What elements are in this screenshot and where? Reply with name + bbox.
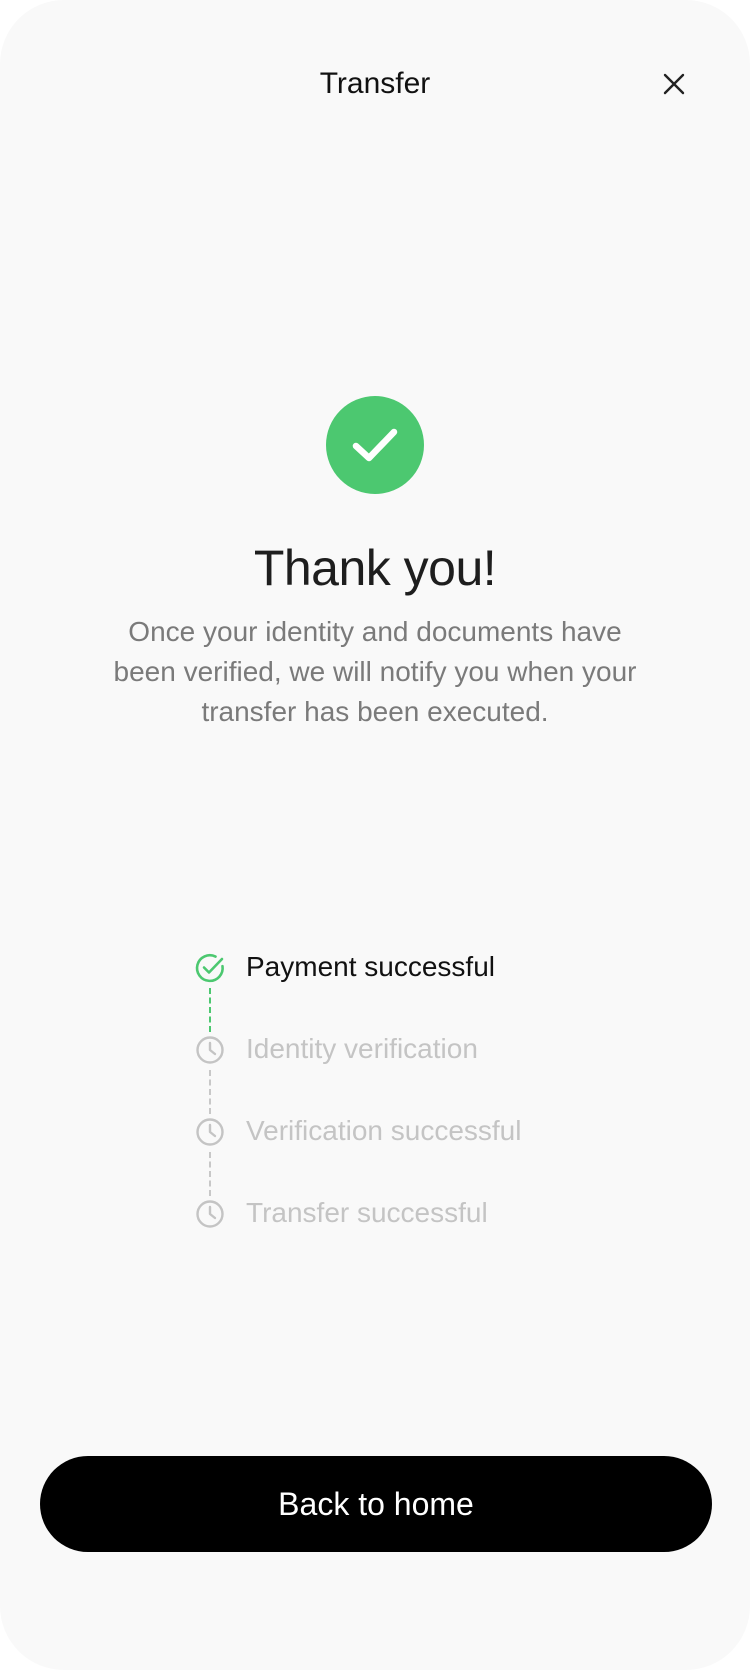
page-title: Transfer	[319, 67, 431, 100]
step-identity-verification: Identity verification	[193, 1033, 633, 1115]
step-payment: Payment successful	[193, 951, 633, 1033]
transfer-success-screen: Transfer Thank you! Once your identity a…	[0, 0, 750, 1670]
clock-icon	[193, 1033, 227, 1067]
step-verification-successful: Verification successful	[193, 1115, 633, 1197]
step-connector	[209, 1152, 211, 1196]
close-button[interactable]	[652, 62, 696, 106]
check-circle-icon	[193, 951, 227, 985]
step-transfer-successful: Transfer successful	[193, 1197, 633, 1279]
success-title: Thank you!	[253, 540, 497, 596]
step-label: Payment successful	[246, 951, 495, 982]
step-label: Verification successful	[246, 1115, 522, 1146]
clock-icon	[193, 1197, 227, 1231]
check-icon	[352, 428, 398, 462]
step-label: Identity verification	[246, 1033, 478, 1064]
progress-steps: Payment successful Identity verification…	[193, 951, 633, 1279]
success-message: Once your identity and documents have be…	[113, 616, 637, 727]
step-label: Transfer successful	[246, 1197, 488, 1228]
step-connector	[209, 988, 211, 1032]
success-badge	[326, 396, 424, 494]
clock-icon	[193, 1115, 227, 1149]
back-to-home-button[interactable]: Back to home	[40, 1456, 712, 1552]
step-connector	[209, 1070, 211, 1114]
close-icon	[663, 73, 685, 95]
